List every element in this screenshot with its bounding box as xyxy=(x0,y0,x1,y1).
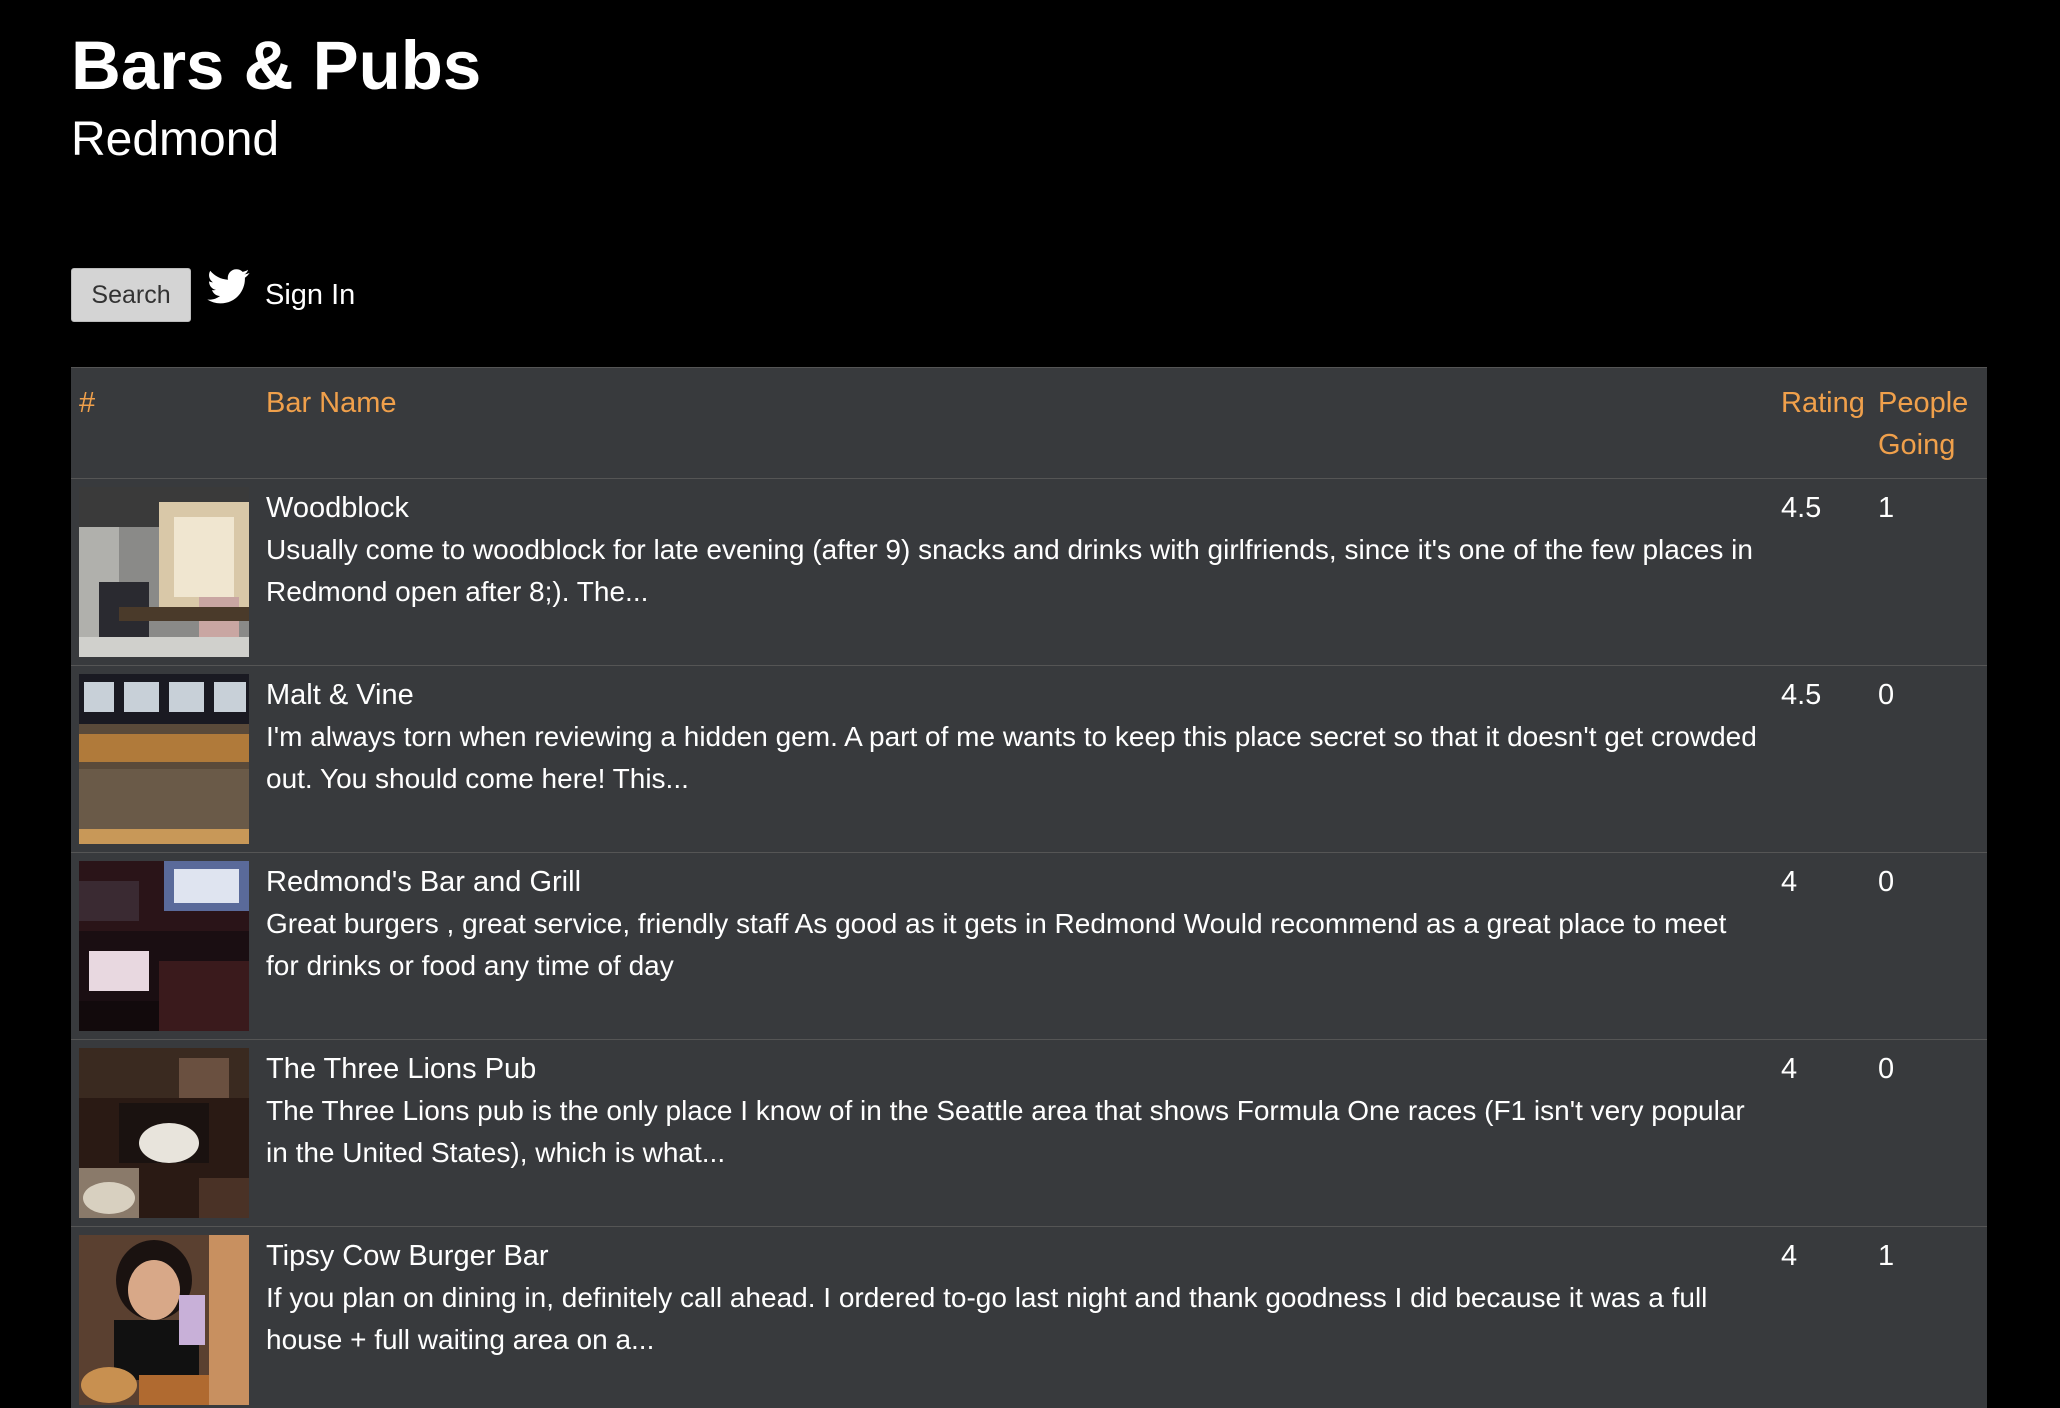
bar-description: Great burgers , great service, friendly … xyxy=(266,908,1727,981)
people-going-count[interactable]: 0 xyxy=(1870,852,1987,1040)
bars-table: # Bar Name Rating People Going Woodblock… xyxy=(71,368,1987,1408)
twitter-signin-link[interactable]: Sign In xyxy=(205,268,356,312)
bar-thumbnail[interactable] xyxy=(79,674,249,844)
twitter-bird-icon xyxy=(205,268,253,312)
people-going-count[interactable]: 0 xyxy=(1870,665,1987,853)
table-row[interactable]: Redmond's Bar and Grill Great burgers , … xyxy=(71,852,1987,1040)
people-going-count[interactable]: 1 xyxy=(1870,478,1987,666)
location-subtitle: Redmond xyxy=(71,113,280,166)
page-header: Bars & Pubs Redmond xyxy=(71,26,481,168)
bar-description: The Three Lions pub is the only place I … xyxy=(266,1095,1745,1168)
table-row[interactable]: The Three Lions Pub The Three Lions pub … xyxy=(71,1039,1987,1227)
bar-name[interactable]: Redmond's Bar and Grill xyxy=(266,861,1765,903)
column-header-name: Bar Name xyxy=(258,368,1773,479)
table-row[interactable]: Tipsy Cow Burger Bar If you plan on dini… xyxy=(71,1226,1987,1408)
bar-thumbnail[interactable] xyxy=(79,861,249,1031)
column-header-index: # xyxy=(71,368,258,479)
bar-rating: 4 xyxy=(1773,852,1870,1040)
search-button[interactable]: Search xyxy=(71,268,191,322)
bar-description: If you plan on dining in, definitely cal… xyxy=(266,1282,1708,1355)
signin-label: Sign In xyxy=(265,278,356,311)
table-header-row: # Bar Name Rating People Going xyxy=(71,368,1987,479)
column-header-going: People Going xyxy=(1870,368,1987,479)
bar-rating: 4.5 xyxy=(1773,665,1870,853)
page-title: Bars & Pubs xyxy=(71,27,482,104)
column-header-rating: Rating xyxy=(1773,368,1870,479)
table-row[interactable]: Malt & Vine I'm always torn when reviewi… xyxy=(71,665,1987,853)
bar-thumbnail[interactable] xyxy=(79,487,249,657)
bar-rating: 4 xyxy=(1773,1039,1870,1227)
bar-name[interactable]: Woodblock xyxy=(266,487,1765,529)
bars-table-container: # Bar Name Rating People Going Woodblock… xyxy=(71,367,1987,1408)
toolbar: Search Sign In xyxy=(71,268,355,322)
people-going-count[interactable]: 0 xyxy=(1870,1039,1987,1227)
bar-rating: 4.5 xyxy=(1773,478,1870,666)
bar-name[interactable]: Tipsy Cow Burger Bar xyxy=(266,1235,1765,1277)
bar-thumbnail[interactable] xyxy=(79,1235,249,1405)
bar-rating: 4 xyxy=(1773,1226,1870,1408)
people-going-count[interactable]: 1 xyxy=(1870,1226,1987,1408)
bar-description: Usually come to woodblock for late eveni… xyxy=(266,534,1753,607)
bar-description: I'm always torn when reviewing a hidden … xyxy=(266,721,1757,794)
table-row[interactable]: Woodblock Usually come to woodblock for … xyxy=(71,478,1987,666)
bar-name[interactable]: Malt & Vine xyxy=(266,674,1765,716)
bar-name[interactable]: The Three Lions Pub xyxy=(266,1048,1765,1090)
bar-thumbnail[interactable] xyxy=(79,1048,249,1218)
